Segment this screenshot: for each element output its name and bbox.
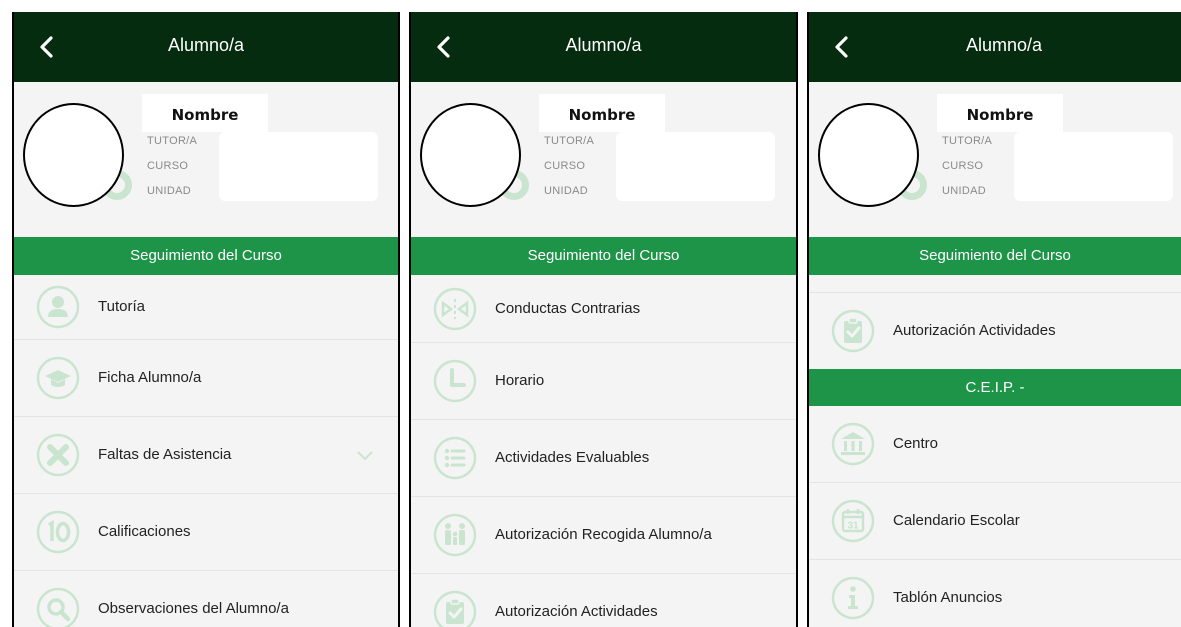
cross-icon xyxy=(36,433,80,477)
menu-item-autorizacion-recogida[interactable]: Autorización Recogida Alumno/a xyxy=(411,497,796,574)
menu-item-label: Autorización Actividades xyxy=(893,322,1056,339)
avatar xyxy=(23,103,124,207)
clipboard-check-icon xyxy=(831,309,875,353)
menu-item-label: Tablón Anuncios xyxy=(893,589,1003,606)
info-values-box xyxy=(616,132,775,201)
chevron-down-icon[interactable] xyxy=(356,449,374,461)
family-icon xyxy=(433,513,477,557)
menu-item-label: Calendario Escolar xyxy=(893,512,1020,529)
curso-label: CURSO xyxy=(942,160,984,172)
avatar xyxy=(818,103,919,207)
menu-item-tutoria[interactable]: Tutoría xyxy=(14,275,398,340)
student-profile: Nombre TUTOR/A CURSO UNIDAD xyxy=(14,82,398,237)
conduct-icon xyxy=(433,287,477,330)
menu-item-autorizacion-actividades[interactable]: Autorización Actividades xyxy=(411,574,796,627)
menu-item-horario[interactable]: Horario xyxy=(411,343,796,420)
calendar-day-text: 31 xyxy=(847,521,859,532)
student-profile: Nombre TUTOR/A CURSO UNIDAD xyxy=(411,82,796,237)
graduation-cap-icon xyxy=(36,356,80,400)
menu-item-label: Calificaciones xyxy=(98,523,191,540)
student-name: Nombre xyxy=(539,94,665,132)
tutor-label: TUTOR/A xyxy=(147,135,198,147)
menu-item-label: Autorización Actividades xyxy=(495,603,658,620)
info-values-box xyxy=(1014,132,1173,201)
menu-item-ficha-alumno[interactable]: Ficha Alumno/a xyxy=(14,340,398,417)
menu-item-label: Centro xyxy=(893,435,939,452)
magnifier-icon xyxy=(36,587,80,627)
user-icon xyxy=(36,285,80,329)
menu-item-label: Conductas Contrarias xyxy=(495,299,641,317)
menu-item-label: Tutoría xyxy=(98,298,145,315)
menu-item-centro[interactable]: Centro xyxy=(809,406,1181,483)
info-icon xyxy=(831,576,875,620)
unidad-label: UNIDAD xyxy=(544,185,588,197)
calendar-icon: 31 xyxy=(831,499,875,543)
menu-item-label: Ficha Alumno/a xyxy=(98,369,202,386)
info-values-box xyxy=(219,132,378,201)
curso-label: CURSO xyxy=(147,160,189,172)
screen-panel-3: Alumno/a Nombre TUTOR/A CURSO UNIDAD Seg… xyxy=(807,12,1181,627)
avatar xyxy=(420,103,521,207)
menu-item-calendario-escolar[interactable]: 31 Calendario Escolar xyxy=(809,483,1181,560)
clock-icon xyxy=(433,359,477,403)
menu-item-label: Observaciones del Alumno/a xyxy=(98,600,289,617)
menu-item-label: Horario xyxy=(495,372,545,389)
student-name: Nombre xyxy=(142,94,268,132)
building-icon xyxy=(831,422,875,466)
menu-item-calificaciones[interactable]: Calificaciones xyxy=(14,494,398,571)
menu-item-autorizacion-actividades[interactable]: Autorización Actividades xyxy=(809,293,1181,369)
app-bar: Alumno/a xyxy=(411,12,796,82)
curso-label: CURSO xyxy=(544,160,586,172)
menu-item-conductas-contrarias[interactable]: Conductas Contrarias xyxy=(411,275,796,343)
menu-item-faltas-asistencia[interactable]: Faltas de Asistencia xyxy=(14,417,398,494)
menu-item-tablon-anuncios[interactable]: Tablón Anuncios xyxy=(809,560,1181,627)
menu-item-label: Actividades Evaluables xyxy=(495,449,650,466)
student-name: Nombre xyxy=(937,94,1063,132)
menu-item-actividades-evaluables[interactable]: Actividades Evaluables xyxy=(411,420,796,497)
unidad-label: UNIDAD xyxy=(147,185,191,197)
app-bar: Alumno/a xyxy=(14,12,398,82)
clipboard-check-icon xyxy=(433,590,477,627)
page-title: Alumno/a xyxy=(965,35,1043,55)
section-header-seguimiento: Seguimiento del Curso xyxy=(809,237,1181,275)
section-header-centro: C.E.I.P. - xyxy=(809,369,1181,406)
list-icon xyxy=(433,436,477,480)
app-bar: Alumno/a xyxy=(809,12,1181,82)
screen-panel-2: Alumno/a Nombre TUTOR/A CURSO UNIDAD Seg… xyxy=(409,12,798,627)
tutor-label: TUTOR/A xyxy=(942,135,993,147)
menu-item-label: Autorización Recogida Alumno/a xyxy=(495,526,712,543)
menu-item-label: Faltas de Asistencia xyxy=(98,446,232,463)
student-profile: Nombre TUTOR/A CURSO UNIDAD xyxy=(809,82,1181,237)
menu-item-observaciones[interactable]: Observaciones del Alumno/a xyxy=(14,571,398,627)
unidad-label: UNIDAD xyxy=(942,185,986,197)
tutor-label: TUTOR/A xyxy=(544,135,595,147)
menu-item-partial xyxy=(809,275,1181,293)
section-header-seguimiento: Seguimiento del Curso xyxy=(14,237,398,275)
page-title: Alumno/a xyxy=(167,35,245,55)
page-title: Alumno/a xyxy=(565,35,642,55)
section-header-seguimiento: Seguimiento del Curso xyxy=(411,237,796,275)
number-ten-icon xyxy=(36,510,80,554)
screen-panel-1: Alumno/a Nombre TUTOR/A CURSO UNIDAD Seg… xyxy=(12,12,400,627)
